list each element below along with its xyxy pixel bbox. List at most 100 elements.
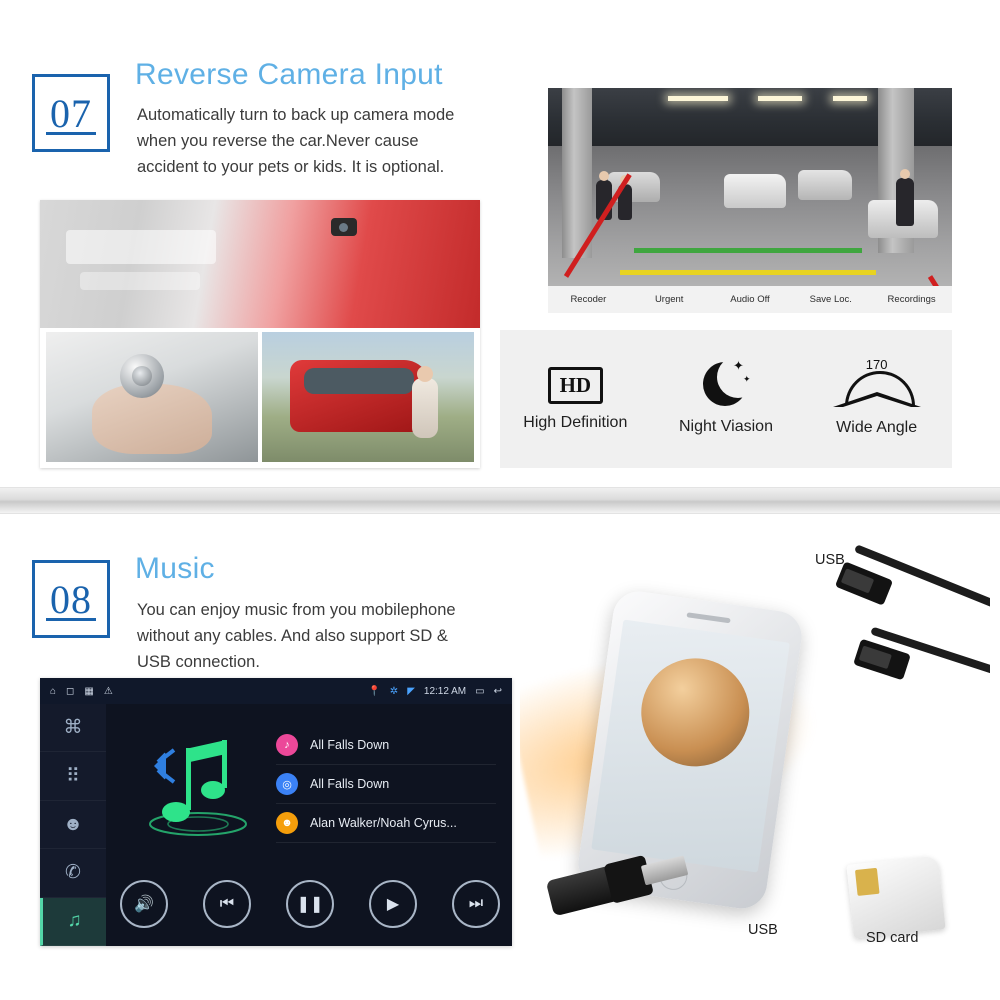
status-bar-right: 📍 ✲ ◤ 12:12 AM ▭ ↩ bbox=[368, 686, 512, 697]
feature-night-vision: ✦ ✦ Night Viasion bbox=[651, 356, 801, 436]
guide-line-green bbox=[634, 248, 862, 253]
section-divider bbox=[0, 487, 1000, 514]
sidebar-item-contacts[interactable]: ☻ bbox=[40, 801, 106, 850]
child-shape bbox=[412, 366, 438, 438]
feature-wide-angle: 170 Wide Angle bbox=[802, 357, 952, 437]
next-icon[interactable]: ⏭ bbox=[452, 880, 500, 928]
camera-menu-recordings[interactable]: Recordings bbox=[871, 294, 952, 305]
moon-star-icon: ✦ ✦ bbox=[702, 356, 759, 408]
track-row[interactable]: ☻ Alan Walker/Noah Cyrus... bbox=[276, 804, 496, 843]
feature-label-night: Night Viasion bbox=[678, 418, 773, 435]
sidebar-item-apps[interactable]: ⠿ bbox=[40, 752, 106, 801]
star-small-2: ✦ bbox=[742, 374, 751, 384]
number-underline-08 bbox=[46, 618, 96, 621]
camera-menu-urgent[interactable]: Urgent bbox=[629, 294, 710, 305]
volume-icon[interactable]: 🔊 bbox=[120, 880, 168, 928]
section-number-07: 07 bbox=[32, 74, 110, 152]
page-root: 07 Reverse Camera Input Automatically tu… bbox=[0, 0, 1000, 1000]
section-body-07: Automatically turn to back up camera mod… bbox=[137, 106, 455, 176]
guide-line-yellow bbox=[620, 270, 876, 275]
artist-icon: ☻ bbox=[276, 812, 298, 834]
phone-screen bbox=[591, 619, 790, 873]
feature-high-definition: HD High Definition bbox=[500, 366, 650, 432]
sd-card-image bbox=[846, 855, 946, 939]
head-unit-sidebar: ⌘ ⠿ ☻ ✆ ♫ bbox=[40, 704, 106, 946]
camera-features-strip: HD High Definition ✦ ✦ Night Viasion 170 bbox=[500, 330, 952, 468]
parking-garage-camera-view: Recoder Urgent Audio Off Save Loc. Recor… bbox=[548, 88, 952, 313]
reverse-camera-collage-image bbox=[40, 200, 480, 468]
previous-icon[interactable]: ⏮ bbox=[203, 880, 251, 928]
disc-icon: ◎ bbox=[276, 773, 298, 795]
camera-menu-audio-off[interactable]: Audio Off bbox=[710, 294, 791, 305]
camera-menu-save-loc[interactable]: Save Loc. bbox=[790, 294, 871, 305]
wide-angle-degrees: 170 bbox=[865, 357, 888, 372]
section-title-08: Music bbox=[135, 552, 215, 585]
apps-icon[interactable]: ▦ bbox=[84, 686, 93, 697]
star-small-1: ✦ bbox=[732, 358, 744, 373]
back-icon[interactable]: ◻ bbox=[66, 686, 74, 697]
gear-knob bbox=[120, 354, 164, 398]
camera-menu-bar[interactable]: Recoder Urgent Audio Off Save Loc. Recor… bbox=[548, 286, 952, 313]
section-title-07: Reverse Camera Input bbox=[135, 58, 443, 91]
wifi-icon: ◤ bbox=[407, 685, 415, 697]
feature-label-hd: High Definition bbox=[523, 413, 628, 431]
usb-bottom-label: USB bbox=[748, 922, 778, 938]
parked-car-center bbox=[724, 174, 786, 208]
sd-card-contacts bbox=[854, 867, 880, 896]
track-row[interactable]: ♪ All Falls Down bbox=[276, 726, 496, 765]
red-car-shape bbox=[290, 360, 430, 432]
camera-menu-recoder[interactable]: Recoder bbox=[548, 294, 629, 305]
section-number-08-text: 08 bbox=[50, 576, 92, 622]
track-album: All Falls Down bbox=[310, 777, 390, 791]
window-icon[interactable]: ▭ bbox=[475, 686, 484, 697]
bluetooth-icon: ✲ bbox=[389, 685, 399, 697]
ceiling-light-3 bbox=[833, 96, 867, 101]
section-number-07-text: 07 bbox=[50, 90, 92, 136]
tail-lamp-left-lower bbox=[80, 272, 200, 290]
tail-lamp-left bbox=[66, 230, 216, 264]
car-reversing-photo bbox=[262, 332, 474, 462]
music-note-graphic bbox=[128, 732, 268, 842]
play-icon[interactable]: ▶ bbox=[369, 880, 417, 928]
head-unit-status-bar: ⌂ ◻ ▦ ⚠ 📍 ✲ ◤ 12:12 AM ▭ ↩ bbox=[40, 678, 512, 704]
devices-photo: USB USB SD card bbox=[520, 530, 990, 960]
ceiling-light-1 bbox=[668, 96, 728, 101]
track-artist: Alan Walker/Noah Cyrus... bbox=[310, 816, 457, 830]
usb-drive-tip bbox=[640, 855, 689, 886]
section-reverse-camera: 07 Reverse Camera Input Automatically tu… bbox=[0, 0, 1000, 487]
status-time: 12:12 AM bbox=[423, 685, 467, 697]
hd-icon: HD bbox=[547, 366, 604, 404]
section-number-08: 08 bbox=[32, 560, 110, 638]
playback-controls: 🔊 ⏮ ❚❚ ▶ ⏭ bbox=[120, 880, 500, 928]
music-note-svg bbox=[149, 740, 247, 836]
warning-icon: ⚠ bbox=[103, 685, 113, 697]
album-artwork bbox=[634, 651, 757, 774]
track-title: All Falls Down bbox=[310, 738, 390, 752]
sidebar-item-phone[interactable]: ✆ bbox=[40, 849, 106, 898]
usb-top-label: USB bbox=[815, 552, 845, 568]
number-underline bbox=[46, 132, 96, 135]
track-row[interactable]: ◎ All Falls Down bbox=[276, 765, 496, 804]
sd-card-label: SD card bbox=[866, 930, 919, 946]
person-right bbox=[896, 169, 914, 226]
track-list: ♪ All Falls Down ◎ All Falls Down ☻ Alan… bbox=[276, 726, 496, 843]
garage-pillar-left bbox=[562, 88, 592, 258]
wide-angle-icon: 170 bbox=[831, 357, 923, 409]
wide-angle-base-cut bbox=[842, 396, 911, 407]
feature-label-wide: Wide Angle bbox=[836, 419, 918, 436]
location-icon: 📍 bbox=[368, 685, 381, 697]
pause-icon[interactable]: ❚❚ bbox=[286, 880, 334, 928]
ceiling-light-2 bbox=[758, 96, 802, 101]
head-unit-main-panel: ♪ All Falls Down ◎ All Falls Down ☻ Alan… bbox=[106, 704, 512, 946]
gear-shift-photo bbox=[46, 332, 258, 462]
reverse-camera-module bbox=[331, 218, 357, 236]
phone-speaker bbox=[686, 612, 731, 624]
sidebar-item-music[interactable]: ♫ bbox=[40, 897, 106, 946]
tail-light-closeup bbox=[40, 200, 480, 328]
home-icon[interactable]: ⌂ bbox=[50, 686, 56, 697]
return-icon[interactable]: ↩ bbox=[494, 686, 502, 697]
car-stereo-music-screen: ⌂ ◻ ▦ ⚠ 📍 ✲ ◤ 12:12 AM ▭ ↩ ⌘ ⠿ ☻ ✆ ♫ ♪ A… bbox=[40, 678, 512, 946]
sidebar-item-link[interactable]: ⌘ bbox=[40, 704, 106, 753]
music-note-icon: ♪ bbox=[276, 734, 298, 756]
parked-car-right bbox=[798, 170, 852, 200]
